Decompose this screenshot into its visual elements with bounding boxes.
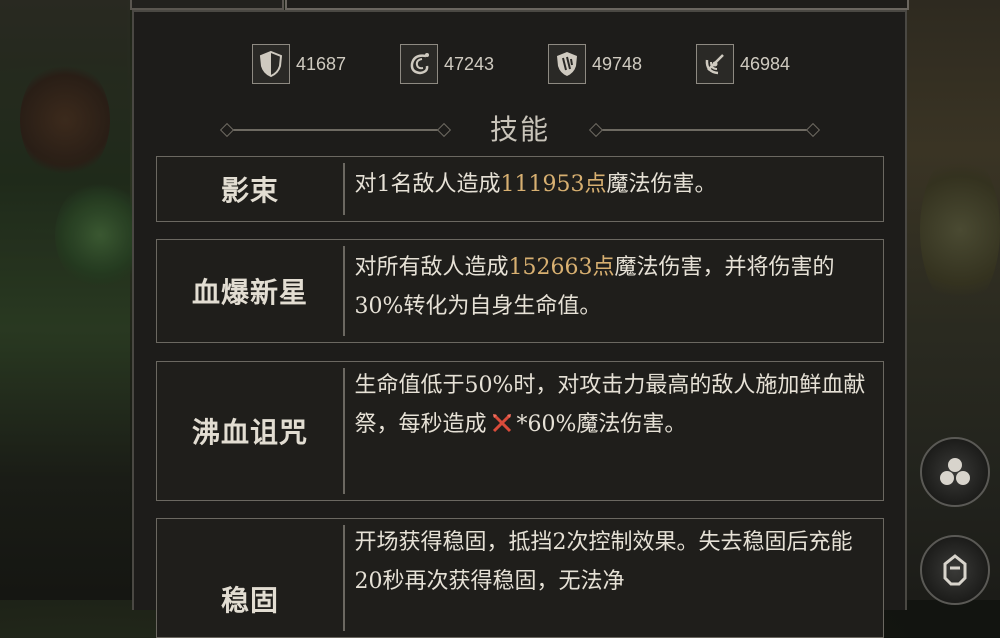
skills-section-header: 技能 [220,112,820,148]
hero-detail-panel: 41687 47243 49748 46984 技能 影束 对1名敌人造成111… [132,10,907,638]
background-foliage [920,150,1000,310]
background-foliage [20,60,110,180]
divider-right [597,129,812,131]
trefoil-icon [940,458,970,485]
helmet-icon [943,554,967,586]
stat-value: 46984 [740,53,791,74]
skill-desc-text: 对所有敌人造成 [354,255,509,280]
skill-description: 生命值低于50%时，对攻击力最高的敌人施加鲜血献祭，每秒造成 *60%魔法伤害。 [345,362,884,500]
stat-item: 47243 [400,44,548,84]
tab-partial-right[interactable] [285,0,909,10]
skill-desc-text: 对1名敌人造成 [354,172,501,197]
team-button[interactable] [920,437,990,507]
skill-name: 影束 [220,174,279,207]
skill-damage-value: 111953点 [500,172,607,197]
background-right [905,0,1000,600]
skill-description: 对1名敌人造成111953点魔法伤害。 [345,157,884,221]
skill-desc-text: 开场获得稳固，抵挡2次控制效果。失去稳固后充能20秒再次获得稳固，无法净 [354,530,853,594]
skill-name: 稳固 [220,584,279,617]
stat-item: 49748 [548,44,696,84]
skill-row-blood-nova[interactable]: 血爆新星 对所有敌人造成152663点魔法伤害，并将伤害的30%转化为自身生命值… [156,239,884,343]
skill-name: 血爆新星 [191,276,308,309]
skill-damage-value: 152663点 [508,255,615,280]
skill-description: 对所有敌人造成152663点魔法伤害，并将伤害的30%转化为自身生命值。 [345,240,884,342]
skill-row-shadow-beam[interactable]: 影束 对1名敌人造成111953点魔法伤害。 [156,156,884,222]
skill-row-boiling-curse[interactable]: 沸血诅咒 生命值低于50%时，对攻击力最高的敌人施加鲜血献祭，每秒造成 *60%魔… [156,361,884,501]
skill-name: 沸血诅咒 [191,416,308,449]
stat-value: 47243 [444,53,495,74]
stats-row: 41687 47243 49748 46984 [252,44,844,84]
claw-shield-icon [548,44,586,84]
stat-value: 41687 [296,53,347,74]
hero-button[interactable] [920,535,990,605]
crossed-swords-icon [491,405,513,444]
stat-value: 49748 [592,53,643,74]
stat-item: 41687 [252,44,400,84]
background-left [0,0,145,600]
vortex-icon [696,44,734,84]
skill-row-steadfast[interactable]: 稳固 开场获得稳固，抵挡2次控制效果。失去稳固后充能20秒再次获得稳固，无法净 [156,518,884,638]
skill-description: 开场获得稳固，抵挡2次控制效果。失去稳固后充能20秒再次获得稳固，无法净 [345,519,884,637]
swirl-icon [400,44,438,84]
skill-desc-text: 魔法伤害。 [606,172,717,197]
tab-partial-left[interactable] [130,0,284,10]
skill-desc-text: *60%魔法伤害。 [516,412,687,437]
stat-item: 46984 [696,44,844,84]
shield-icon [252,44,290,84]
